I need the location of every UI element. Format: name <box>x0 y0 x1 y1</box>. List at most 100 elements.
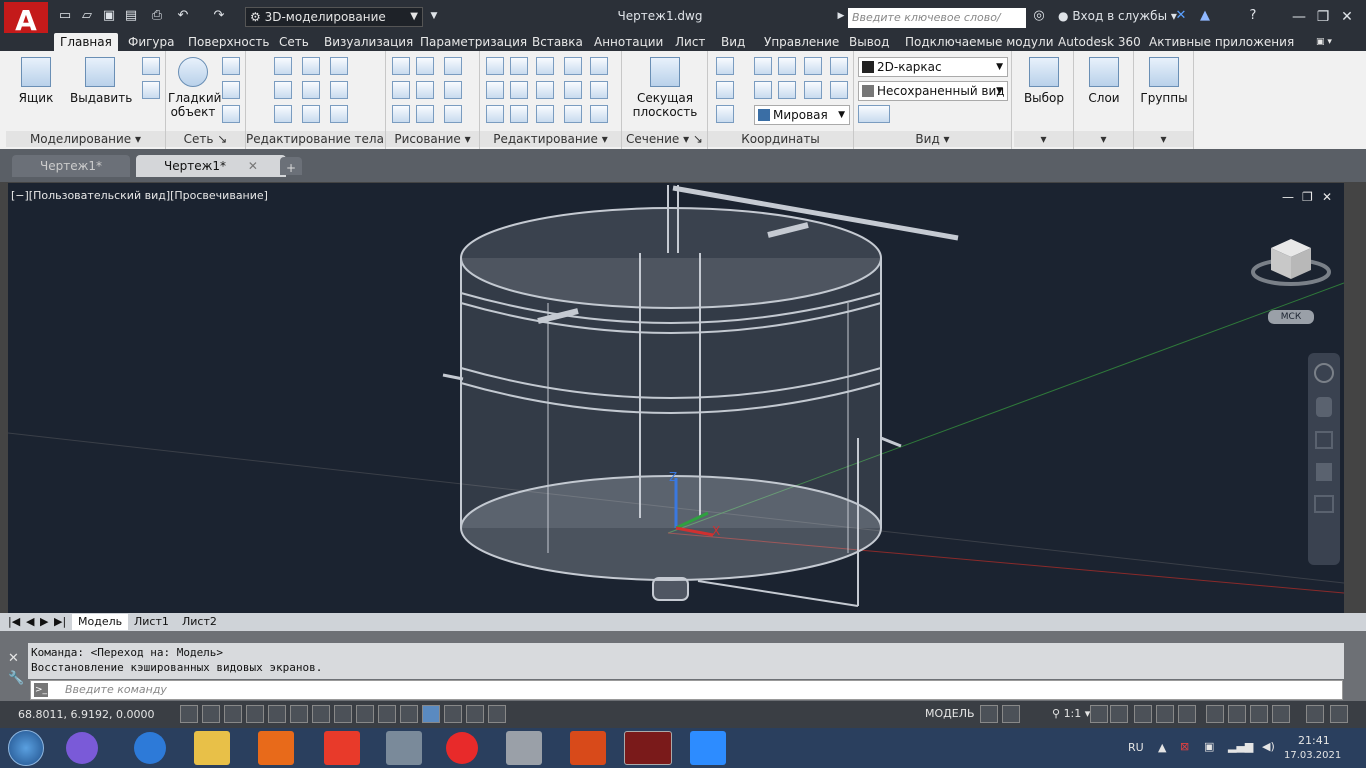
ucs-y-icon[interactable] <box>778 81 796 99</box>
mesh-smooth-more-icon[interactable] <box>222 57 240 75</box>
pen-icon[interactable] <box>486 105 504 123</box>
annotation-monitor-icon[interactable] <box>488 705 506 723</box>
move-icon[interactable] <box>392 57 410 75</box>
ribbon-minimize-icon[interactable]: ▣ ▾ <box>1310 33 1338 51</box>
scale-icon[interactable] <box>486 57 504 75</box>
3d-mirror-icon[interactable] <box>590 57 608 75</box>
tab-home[interactable]: Главная <box>54 33 118 51</box>
clock-date[interactable]: 17.03.2021 <box>1284 750 1341 761</box>
viewport-config-icon[interactable] <box>858 105 890 123</box>
close-command-icon[interactable]: ✕ <box>8 651 19 666</box>
lightbulb-icon[interactable] <box>1228 705 1246 723</box>
clean-screen-toggle-icon[interactable] <box>1306 705 1324 723</box>
tray-app-icon[interactable]: ▣ <box>1204 740 1214 753</box>
groups-expand[interactable]: ▾ <box>1134 131 1193 147</box>
tab-plugins[interactable]: Подключаемые модули <box>899 33 1060 51</box>
show-hidden-icons[interactable]: ▲ <box>1158 741 1166 754</box>
tab-annotate[interactable]: Аннотации <box>588 33 669 51</box>
3d-rotate-icon[interactable] <box>510 57 528 75</box>
snap-icon[interactable] <box>202 705 220 723</box>
box-button[interactable]: Ящик <box>14 57 58 105</box>
search-input[interactable]: Введите ключевое слово/фразу <box>848 8 1026 44</box>
tab-autodesk-360[interactable]: Autodesk 360 <box>1052 33 1147 51</box>
ucs-world-icon[interactable] <box>716 105 734 123</box>
extrude-button[interactable]: Выдавить <box>70 57 132 105</box>
layers-expand[interactable]: ▾ <box>1074 131 1133 147</box>
array-icon[interactable] <box>590 105 608 123</box>
transparency-icon[interactable] <box>422 705 440 723</box>
exchange-apps-icon[interactable]: ✕ <box>1172 8 1190 24</box>
layout-nav-first-icon[interactable]: |◀ <box>6 614 22 630</box>
smooth-object-button[interactable]: Гладкий объект <box>168 57 221 119</box>
grid-icon[interactable] <box>224 705 242 723</box>
clock-time[interactable]: 21:41 <box>1298 734 1330 747</box>
lineweight-icon[interactable] <box>400 705 418 723</box>
start-button[interactable] <box>8 730 44 766</box>
drawing-viewport[interactable]: [−][Пользовательский вид][Просвечивание]… <box>8 183 1344 613</box>
save-icon[interactable]: ▣ <box>100 8 118 24</box>
quick-properties-icon[interactable] <box>444 705 462 723</box>
zoom-icon[interactable] <box>1315 431 1333 449</box>
new-file-icon[interactable]: ▭ <box>56 8 74 24</box>
ucs-face-icon[interactable] <box>804 57 822 75</box>
layout-nav-next-icon[interactable]: ▶ <box>38 614 50 630</box>
tab-active-apps[interactable]: Активные приложения <box>1143 33 1300 51</box>
thicken-icon[interactable] <box>330 81 348 99</box>
cursor-coordinates[interactable]: 68.8011, 6.9192, 0.0000 <box>18 708 154 721</box>
tab-surface[interactable]: Поверхность <box>182 33 275 51</box>
layers-button[interactable]: Слои <box>1078 57 1130 105</box>
volume-icon[interactable]: ◀) <box>1262 740 1275 753</box>
zoom-app-icon[interactable] <box>690 731 726 765</box>
osnap-icon[interactable] <box>290 705 308 723</box>
ucs-world-dropdown[interactable]: Мировая ▼ <box>754 105 850 125</box>
tab-shape[interactable]: Фигура <box>122 33 181 51</box>
doc-tab-2[interactable]: Чертеж1* ✕ <box>136 155 286 177</box>
3d-move-icon[interactable] <box>536 57 554 75</box>
network-icon[interactable]: ⊠ <box>1180 740 1189 753</box>
autocad-taskbar-icon[interactable] <box>624 731 672 765</box>
help-icon[interactable]: ? <box>1244 8 1262 24</box>
tab-parametric[interactable]: Параметризация <box>414 33 533 51</box>
3d-osnap-icon[interactable] <box>312 705 330 723</box>
workspace-switch-gear-icon[interactable] <box>1134 705 1152 723</box>
language-indicator[interactable]: RU <box>1128 741 1144 754</box>
viewcube[interactable] <box>1251 239 1331 286</box>
tab-output[interactable]: Вывод <box>843 33 895 51</box>
ucs-named-icon[interactable] <box>754 57 772 75</box>
yandex-browser-icon[interactable] <box>446 732 478 764</box>
fillet-icon[interactable] <box>486 81 504 99</box>
tab-sheet2[interactable]: Лист2 <box>176 614 223 630</box>
3d-array-icon[interactable] <box>510 81 528 99</box>
selection-button[interactable]: Выбор <box>1018 57 1070 105</box>
3d-align-icon[interactable] <box>564 57 582 75</box>
union-icon[interactable] <box>142 81 160 99</box>
close-tab-icon[interactable]: ✕ <box>248 159 258 173</box>
circle-icon[interactable] <box>444 81 462 99</box>
annotation-scale[interactable]: ⚲ 1:1 ▾ <box>1052 707 1090 720</box>
ucs-menu-button[interactable]: МСК <box>1268 310 1314 324</box>
panel-label-section[interactable]: Сечение ▾ ↘ <box>622 131 707 147</box>
panel-label-modify[interactable]: Редактирование ▾ <box>480 131 621 147</box>
panel-label-draw[interactable]: Рисование ▾ <box>386 131 479 147</box>
quick-view-drawings-icon[interactable] <box>1002 705 1020 723</box>
steering-wheel-icon[interactable] <box>1314 363 1334 383</box>
restore-button[interactable]: ❐ <box>1312 6 1334 28</box>
mesh-crease-icon[interactable] <box>222 105 240 123</box>
interfere-icon[interactable] <box>274 81 292 99</box>
annotation-visibility-icon[interactable] <box>1090 705 1108 723</box>
box-select-icon[interactable] <box>536 105 554 123</box>
hardware-acceleration-icon[interactable] <box>1178 705 1196 723</box>
status-bar-menu-icon[interactable] <box>1272 705 1290 723</box>
panel-label-solid-editing[interactable]: Редактирование тела ▾ <box>246 131 385 147</box>
section-plane-button[interactable]: Секущая плоскость <box>628 57 702 119</box>
toolbar-lock-icon[interactable] <box>1156 705 1174 723</box>
customize-wrench-icon[interactable]: 🔧 <box>8 671 24 686</box>
selection-expand[interactable]: ▾ <box>1014 131 1073 147</box>
copy-icon[interactable] <box>536 81 554 99</box>
file-explorer-icon[interactable] <box>194 731 230 765</box>
panel-label-modeling[interactable]: Моделирование ▾ <box>6 131 165 147</box>
calendar-app-icon[interactable] <box>386 731 422 765</box>
command-prompt-icon[interactable]: >_ <box>34 683 48 697</box>
extract-edges-icon[interactable] <box>274 105 292 123</box>
ucs-z-icon[interactable] <box>804 81 822 99</box>
